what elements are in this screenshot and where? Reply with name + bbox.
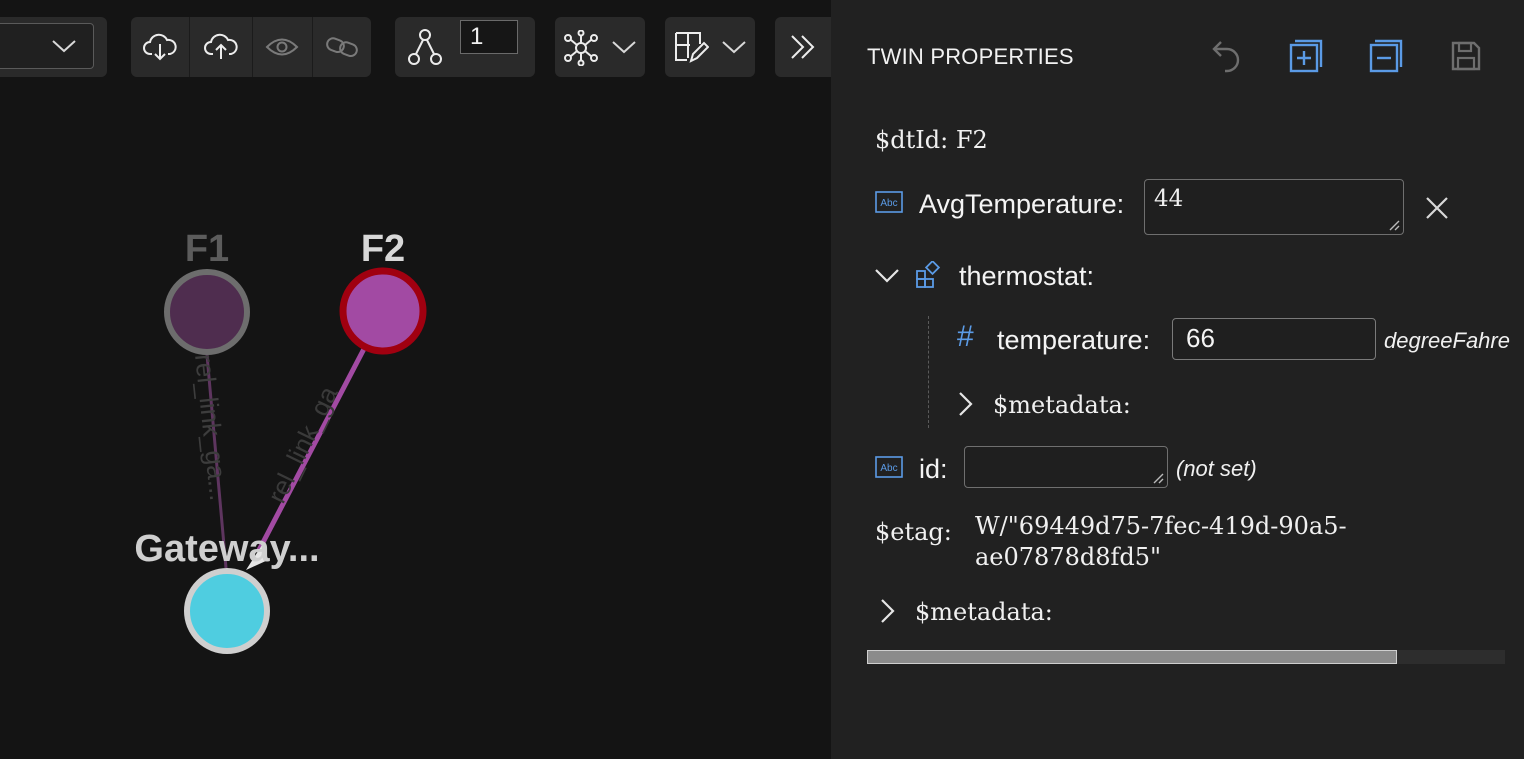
node-f2[interactable] bbox=[339, 267, 427, 355]
temperature-label: temperature: bbox=[997, 325, 1151, 355]
metadata-label: $metadata: bbox=[915, 598, 1053, 626]
close-icon bbox=[1426, 197, 1448, 219]
component-icon bbox=[916, 261, 941, 288]
svg-text:Abc: Abc bbox=[880, 198, 897, 209]
node-f1-label: F1 bbox=[184, 228, 230, 270]
collapse-all-button[interactable] bbox=[1366, 36, 1406, 76]
collapse-all-icon bbox=[1369, 39, 1403, 73]
avg-temperature-input[interactable]: 44 bbox=[1144, 179, 1404, 235]
undo-icon bbox=[1212, 41, 1240, 73]
expand-all-icon bbox=[1289, 39, 1323, 73]
resize-grip-icon bbox=[1153, 473, 1164, 484]
scrollbar-thumb[interactable] bbox=[867, 650, 1397, 664]
expand-all-button[interactable] bbox=[1286, 36, 1326, 76]
etag-key: $etag: bbox=[875, 518, 952, 546]
node-gateway[interactable] bbox=[184, 568, 270, 654]
temperature-input[interactable]: 66 bbox=[1172, 318, 1376, 360]
nested-metadata-toggle[interactable] bbox=[945, 384, 985, 424]
node-gateway-label: Gateway... bbox=[134, 528, 320, 570]
save-icon bbox=[1451, 41, 1481, 71]
graph-edges: rel_link_ga... rel_link_ga bbox=[164, 267, 427, 654]
avg-temperature-label: AvgTemperature: bbox=[919, 189, 1125, 219]
twin-properties-panel: TWIN PROPERTIES $dtId: F2 Abc AvgTempera… bbox=[831, 0, 1524, 759]
node-f2-label: F2 bbox=[360, 228, 406, 270]
nested-metadata-label: $metadata: bbox=[993, 391, 1131, 419]
thermostat-label: thermostat: bbox=[959, 261, 1095, 291]
string-type-icon: Abc bbox=[875, 456, 903, 478]
string-type-icon: Abc bbox=[875, 191, 903, 213]
avg-temperature-value: 44 bbox=[1154, 186, 1184, 212]
etag-value-line2: ae07878d8fd5" bbox=[975, 543, 1162, 571]
number-type-icon: # bbox=[957, 320, 974, 353]
id-input[interactable] bbox=[964, 446, 1168, 488]
node-f1[interactable] bbox=[164, 269, 250, 355]
dtid-key: $dtId: bbox=[875, 126, 949, 154]
panel-title: TWIN PROPERTIES bbox=[867, 44, 1074, 69]
edge-label-f2: rel_link_ga bbox=[261, 381, 343, 508]
temperature-unit: degreeFahre bbox=[1384, 328, 1510, 353]
horizontal-scrollbar[interactable] bbox=[867, 650, 1505, 664]
id-status: (not set) bbox=[1176, 456, 1257, 481]
dtid-value: F2 bbox=[955, 126, 988, 154]
resize-grip-icon bbox=[1389, 220, 1400, 231]
etag-value: W/"69449d75-7fec-419d-90a5- ae07878d8fd5… bbox=[975, 511, 1347, 573]
dtid-row: $dtId: F2 bbox=[875, 126, 988, 154]
chevron-right-icon bbox=[881, 599, 895, 623]
chevron-down-icon bbox=[875, 269, 899, 283]
clear-avg-temperature-button[interactable] bbox=[1417, 188, 1457, 228]
metadata-toggle[interactable] bbox=[867, 591, 907, 631]
id-label: id: bbox=[919, 454, 948, 484]
svg-text:Abc: Abc bbox=[880, 463, 897, 474]
undo-button[interactable] bbox=[1207, 36, 1247, 76]
temperature-value: 66 bbox=[1186, 323, 1215, 353]
chevron-right-icon bbox=[959, 392, 973, 416]
nested-guide-line bbox=[928, 316, 929, 428]
save-button[interactable] bbox=[1446, 36, 1486, 76]
thermostat-toggle[interactable] bbox=[867, 256, 907, 296]
edge-label-f1: rel_link_ga... bbox=[189, 352, 234, 502]
etag-value-line1: W/"69449d75-7fec-419d-90a5- bbox=[975, 512, 1347, 540]
